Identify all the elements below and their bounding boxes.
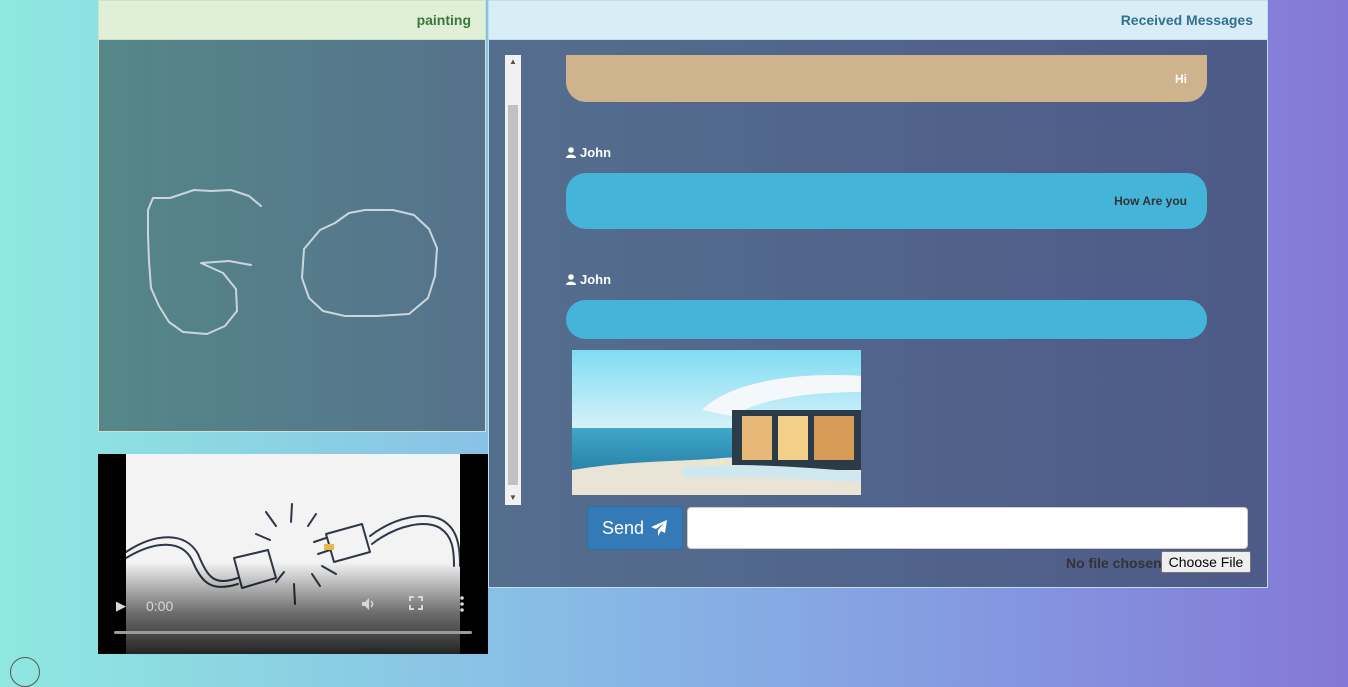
sender-name: John: [580, 272, 612, 287]
message-sender: John: [566, 272, 611, 287]
paper-plane-icon: [651, 520, 668, 536]
scroll-down-icon[interactable]: ▼: [505, 491, 521, 505]
video-time: 0:00: [146, 598, 174, 614]
fullscreen-icon[interactable]: [409, 596, 423, 613]
choose-file-label: Choose File: [1168, 554, 1244, 570]
messages-panel: Received Messages ▲ ▼ Hi John How Are yo…: [488, 0, 1268, 588]
message-image[interactable]: [572, 350, 861, 495]
scroll-up-icon[interactable]: ▲: [505, 55, 521, 69]
message-bubble: [566, 300, 1207, 339]
message-text: Hi: [1175, 71, 1187, 86]
messages-title: Received Messages: [1120, 12, 1253, 28]
user-icon: [566, 274, 576, 285]
message-input[interactable]: [687, 507, 1248, 549]
drawing-canvas[interactable]: [99, 40, 485, 432]
message-bubble: How Are you: [566, 173, 1207, 229]
send-button[interactable]: Send: [587, 506, 683, 550]
user-icon: [566, 147, 576, 158]
messages-scrollbar[interactable]: ▲ ▼: [505, 55, 521, 505]
messages-header: Received Messages: [489, 1, 1267, 40]
sender-name: John: [580, 145, 612, 160]
more-options-icon[interactable]: [460, 596, 464, 615]
message-sender: John: [566, 145, 611, 160]
painting-header: painting: [99, 1, 485, 40]
message-bubble: Hi: [566, 55, 1207, 102]
play-icon[interactable]: ▶: [116, 598, 126, 614]
drawn-stroke-g: [147, 189, 262, 335]
scrollbar-thumb[interactable]: [508, 105, 518, 485]
message-text: How Are you: [1114, 194, 1187, 208]
video-player[interactable]: ▶ 0:00: [98, 454, 488, 654]
volume-icon[interactable]: [360, 596, 376, 615]
choose-file-button[interactable]: Choose File: [1161, 551, 1251, 573]
painting-panel: painting: [98, 0, 486, 432]
send-label: Send: [601, 517, 645, 538]
painting-title: painting: [416, 12, 471, 28]
corner-circle-icon[interactable]: [10, 657, 40, 687]
drawn-stroke-o: [301, 209, 438, 317]
video-progress-bar[interactable]: [114, 631, 472, 634]
file-status-text: No file chosen: [1066, 555, 1162, 571]
